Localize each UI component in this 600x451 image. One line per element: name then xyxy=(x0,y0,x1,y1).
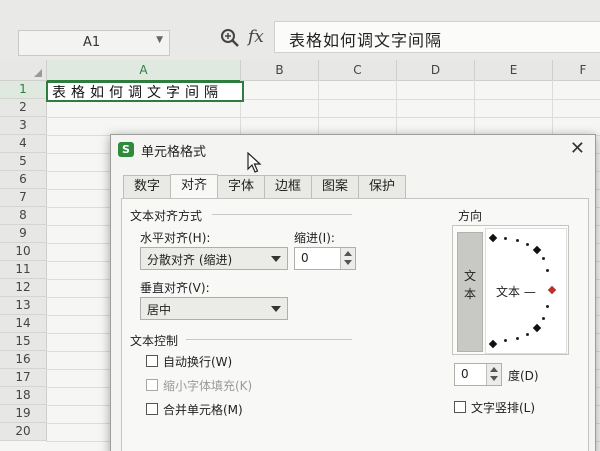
horizontal-align-select[interactable]: 分散对齐 (缩进) xyxy=(140,247,288,270)
dialog-title: 单元格格式 xyxy=(141,145,207,160)
dial-marker-bottom xyxy=(488,339,498,349)
row-header-16[interactable]: 16 xyxy=(0,351,47,369)
indent-value: 0 xyxy=(301,251,309,265)
dialog-title-bar[interactable]: S 单元格格式 ✕ xyxy=(111,135,595,163)
cell-a1[interactable]: 表格如何调文字间隔 xyxy=(46,81,244,102)
alignment-panel: 文本对齐方式 水平对齐(H): 分散对齐 (缩进) 缩进(I): 0 垂直对齐(… xyxy=(121,198,589,451)
column-header-d[interactable]: D xyxy=(397,60,475,81)
text-control-section-label: 文本控制 xyxy=(130,334,179,348)
indent-label: 缩进(I): xyxy=(294,231,335,245)
row-header-15[interactable]: 15 xyxy=(0,333,47,351)
column-header-c[interactable]: C xyxy=(319,60,397,81)
row-header-5[interactable]: 5 xyxy=(0,153,47,171)
checkbox-box xyxy=(454,401,466,413)
vertical-text-label: 文本 xyxy=(463,269,476,301)
format-cells-dialog: S 单元格格式 ✕ 数字 对齐 字体 边框 图案 保护 文本对齐方式 水平对齐(… xyxy=(110,134,596,451)
degree-spinner[interactable]: 0 xyxy=(454,363,502,386)
orientation-box: 文本 文本 — xyxy=(452,225,569,355)
formula-input[interactable]: 表格如何调文字间隔 xyxy=(274,21,600,53)
dial-pointer[interactable] xyxy=(547,285,557,295)
row-header-2[interactable]: 2 xyxy=(0,99,47,117)
column-header-b[interactable]: B xyxy=(241,60,319,81)
degree-value: 0 xyxy=(461,367,469,381)
vertical-align-label: 垂直对齐(V): xyxy=(140,281,210,295)
row-header-12[interactable]: 12 xyxy=(0,279,47,297)
vertical-stack-label: 文字竖排(L) xyxy=(471,401,536,415)
dropdown-arrow-icon xyxy=(271,306,281,312)
checkbox-box xyxy=(146,379,158,391)
row-header-9[interactable]: 9 xyxy=(0,225,47,243)
merge-cells-label: 合并单元格(M) xyxy=(163,403,243,417)
checkbox-box xyxy=(146,355,158,367)
spinner-buttons[interactable] xyxy=(486,364,501,385)
row-header-3[interactable]: 3 xyxy=(0,117,47,135)
vertical-align-select[interactable]: 居中 xyxy=(140,297,288,320)
tab-number[interactable]: 数字 xyxy=(123,175,171,198)
wrap-text-label: 自动换行(W) xyxy=(163,355,233,369)
dial-marker-top xyxy=(488,233,498,243)
row-header-10[interactable]: 10 xyxy=(0,243,47,261)
row-header-14[interactable]: 14 xyxy=(0,315,47,333)
row-header-7[interactable]: 7 xyxy=(0,189,47,207)
horizontal-align-value: 分散对齐 (缩进) xyxy=(147,253,233,267)
dial-marker-upper xyxy=(532,245,542,255)
row-header-17[interactable]: 17 xyxy=(0,369,47,387)
vertical-align-value: 居中 xyxy=(147,303,172,317)
orientation-label: 方向 xyxy=(458,209,483,223)
checkbox-box xyxy=(146,403,158,415)
cell-a1-text: 表格如何调文字间隔 xyxy=(52,85,223,101)
formula-bar: A1 ▼ fx 表格如何调文字间隔 xyxy=(0,0,600,62)
degree-label: 度(D) xyxy=(508,369,539,383)
column-header-e[interactable]: E xyxy=(475,60,553,81)
row-header-1[interactable]: 1 xyxy=(0,81,47,99)
shrink-to-fit-label: 缩小字体填充(K) xyxy=(163,379,253,393)
column-header-f[interactable]: F xyxy=(553,60,600,81)
dial-text: 文本 — xyxy=(496,285,536,299)
row-header-6[interactable]: 6 xyxy=(0,171,47,189)
row-header-8[interactable]: 8 xyxy=(0,207,47,225)
select-all-corner[interactable] xyxy=(0,60,47,81)
close-button[interactable]: ✕ xyxy=(570,138,585,159)
dropdown-arrow-icon xyxy=(271,256,281,262)
formula-text: 表格如何调文字间隔 xyxy=(289,31,443,50)
row-header-11[interactable]: 11 xyxy=(0,261,47,279)
vertical-text-button[interactable]: 文本 xyxy=(457,232,483,352)
spreadsheet-window: A1 ▼ fx 表格如何调文字间隔 A B C D E F 1 2 3 4 5 xyxy=(0,0,600,451)
tab-font[interactable]: 字体 xyxy=(217,175,265,198)
zoom-icon[interactable] xyxy=(220,28,240,48)
chevron-down-icon[interactable]: ▼ xyxy=(156,35,163,45)
dial-marker-lower xyxy=(532,323,542,333)
row-header-20[interactable]: 20 xyxy=(0,423,47,441)
column-header-a[interactable]: A xyxy=(47,60,241,82)
row-header-19[interactable]: 19 xyxy=(0,405,47,423)
row-header-18[interactable]: 18 xyxy=(0,387,47,405)
text-alignment-section-label: 文本对齐方式 xyxy=(130,209,203,223)
horizontal-align-label: 水平对齐(H): xyxy=(140,231,211,245)
tab-alignment[interactable]: 对齐 xyxy=(170,174,218,199)
name-box-value: A1 xyxy=(83,35,101,50)
spinner-buttons[interactable] xyxy=(340,248,355,269)
tab-border[interactable]: 边框 xyxy=(264,175,312,198)
orientation-dial[interactable]: 文本 — xyxy=(485,228,567,354)
mouse-cursor-icon xyxy=(247,152,262,173)
row-header-13[interactable]: 13 xyxy=(0,297,47,315)
tab-pattern[interactable]: 图案 xyxy=(311,175,359,198)
wps-app-icon: S xyxy=(118,142,134,157)
row-header-4[interactable]: 4 xyxy=(0,135,47,153)
indent-spinner[interactable]: 0 xyxy=(294,247,356,270)
fx-icon[interactable]: fx xyxy=(248,27,264,47)
tab-protection[interactable]: 保护 xyxy=(358,175,406,198)
name-box[interactable]: A1 ▼ xyxy=(18,30,170,56)
